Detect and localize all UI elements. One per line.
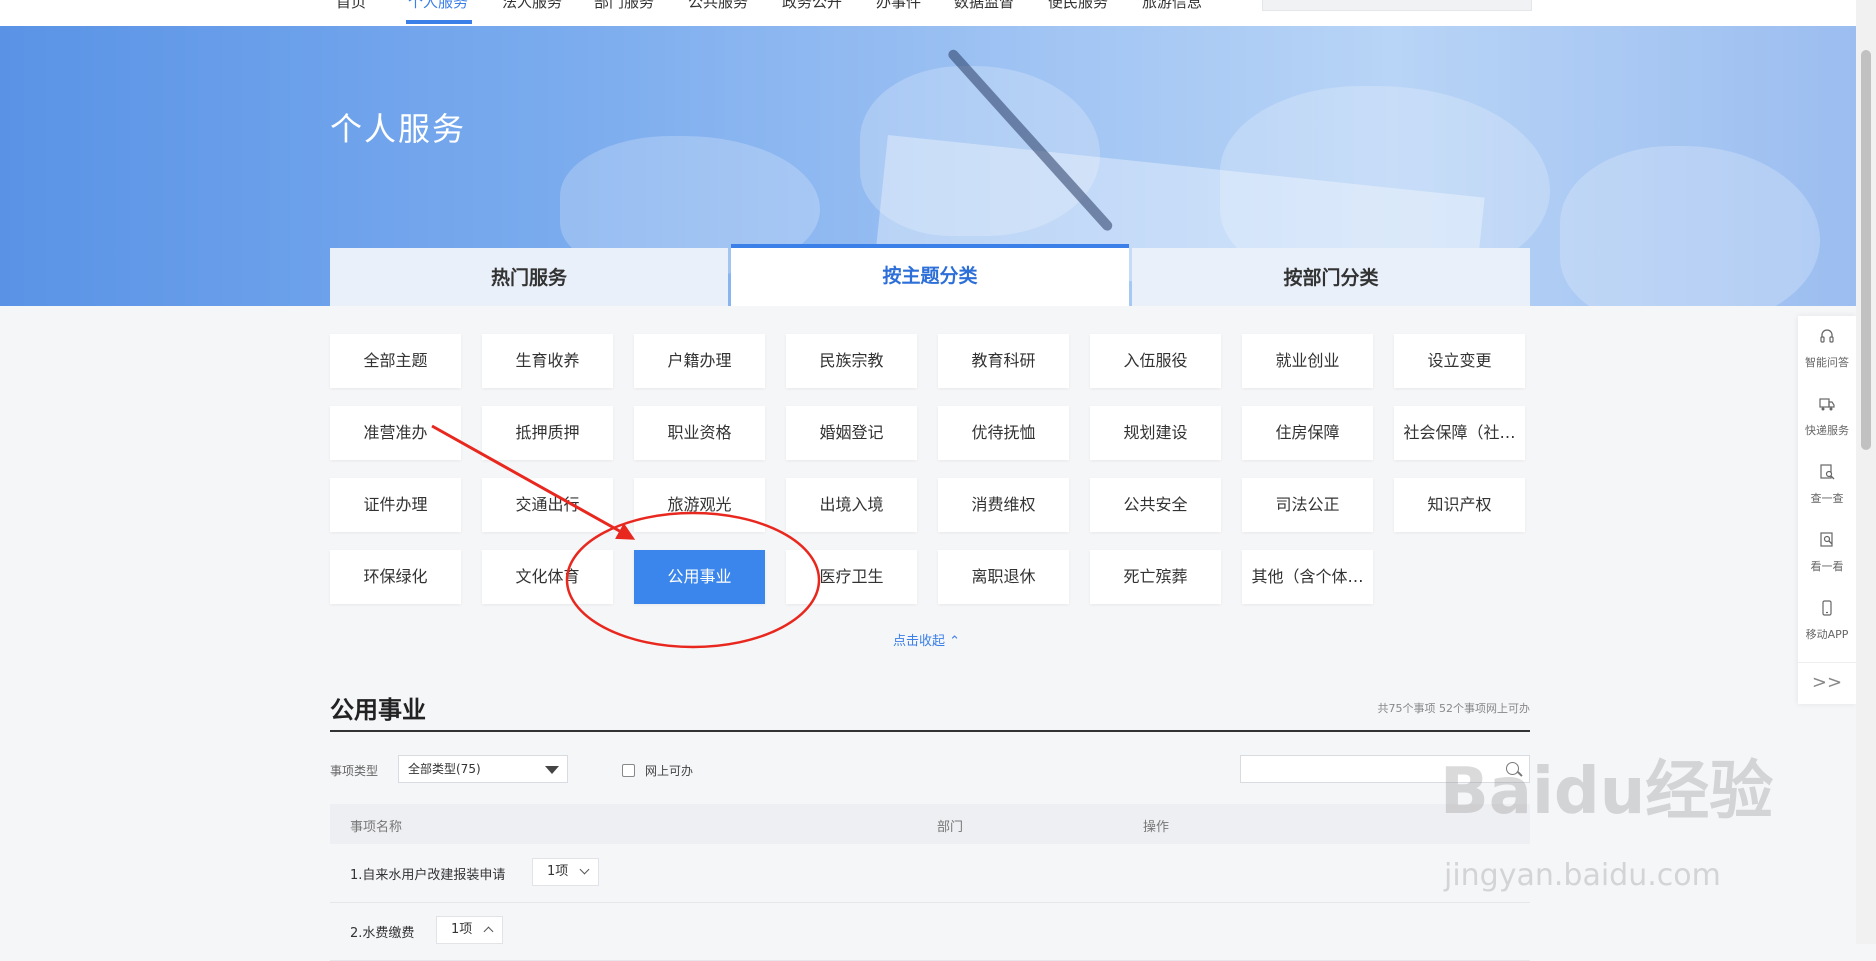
theme-button[interactable]: 就业创业 (1242, 334, 1373, 388)
theme-button[interactable]: 职业资格 (634, 406, 765, 460)
theme-button[interactable]: 离职退休 (938, 550, 1069, 604)
theme-button[interactable]: 婚姻登记 (786, 406, 917, 460)
side-btn-label: 快递服务 (1805, 424, 1849, 437)
theme-button[interactable]: 住房保障 (1242, 406, 1373, 460)
nav-item-home[interactable]: 首页 (336, 0, 366, 12)
theme-button[interactable]: 准营准办 (330, 406, 461, 460)
banner-hand-shape (1560, 146, 1820, 306)
section-count: 共75个事项 52个事项网上可办 (1377, 702, 1531, 715)
caret-down-icon (545, 766, 559, 774)
view-icon (1820, 532, 1833, 547)
chevron-up-icon (483, 926, 494, 937)
tab-by-theme[interactable]: 按主题分类 (731, 244, 1129, 306)
online-label: 网上可办 (645, 764, 694, 778)
theme-button[interactable]: 抵押质押 (482, 406, 613, 460)
nav-item-public[interactable]: 公共服务 (688, 0, 748, 12)
nav-item-personal[interactable]: 个人服务 (408, 0, 468, 12)
side-toolbar-expand[interactable]: >> (1798, 662, 1856, 705)
scrollbar-thumb[interactable] (1861, 50, 1871, 450)
truck-icon (1819, 398, 1835, 411)
nav-item-cases[interactable]: 办事件 (876, 0, 921, 12)
section-divider (330, 730, 1530, 732)
search-doc-icon (1820, 464, 1835, 480)
watermark-logo: Baidu经验 (1440, 755, 1774, 829)
side-btn-label: 查一查 (1810, 492, 1844, 505)
category-tabs: 热门服务 按主题分类 按部门分类 (330, 244, 1530, 306)
theme-button[interactable]: 全部主题 (330, 334, 461, 388)
theme-button[interactable]: 公用事业 (634, 550, 765, 604)
theme-button[interactable]: 设立变更 (1394, 334, 1525, 388)
type-select[interactable]: 全部类型(75) (398, 755, 568, 783)
row-count-label: 1项 (451, 922, 473, 937)
theme-button[interactable]: 规划建设 (1090, 406, 1221, 460)
theme-button[interactable]: 公共安全 (1090, 478, 1221, 532)
side-btn-qa[interactable]: 智能问答 (1798, 316, 1856, 384)
chevron-down-icon (579, 864, 590, 875)
theme-button[interactable]: 司法公正 (1242, 478, 1373, 532)
nav-item-dept[interactable]: 部门服务 (594, 0, 654, 12)
page-title: 个人服务 (330, 110, 467, 148)
section-title: 公用事业 (330, 696, 426, 724)
side-btn-express[interactable]: 快递服务 (1798, 384, 1856, 452)
type-filter-label: 事项类型 (330, 764, 379, 778)
watermark-url: jingyan.baidu.com (1444, 858, 1721, 893)
theme-button[interactable]: 死亡殡葬 (1090, 550, 1221, 604)
table-row: 2.水费缴费 1项 (330, 902, 1530, 961)
side-btn-lookup[interactable]: 查一查 (1798, 452, 1856, 520)
tab-hot-services[interactable]: 热门服务 (330, 248, 728, 306)
theme-button[interactable]: 教育科研 (938, 334, 1069, 388)
theme-button[interactable]: 社会保障（社… (1394, 406, 1525, 460)
row-name: 2.水费缴费 (350, 926, 415, 941)
nav-item-travel[interactable]: 旅游信息 (1142, 0, 1202, 12)
nav-item-legal[interactable]: 法人服务 (502, 0, 562, 12)
row-name: 1.自来水用户改建报装申请 (350, 868, 506, 883)
nav-item-open[interactable]: 政务公开 (782, 0, 842, 12)
nav-item-convenience[interactable]: 便民服务 (1048, 0, 1108, 12)
side-btn-label: 移动APP (1805, 628, 1849, 641)
table-header: 事项名称 部门 操作 (330, 804, 1530, 844)
column-header-action: 操作 (1143, 820, 1170, 835)
theme-button[interactable]: 证件办理 (330, 478, 461, 532)
row-count-toggle[interactable]: 1项 (532, 858, 600, 886)
side-btn-label: 看一看 (1810, 560, 1844, 573)
top-navigation: 首页 个人服务 法人服务 部门服务 公共服务 政务公开 办事件 数据监督 便民服… (0, 0, 1856, 26)
theme-button[interactable]: 出境入境 (786, 478, 917, 532)
type-select-value: 全部类型(75) (408, 762, 481, 776)
column-header-name: 事项名称 (350, 820, 403, 835)
page-scrollbar[interactable] (1856, 0, 1876, 944)
theme-button[interactable]: 医疗卫生 (786, 550, 917, 604)
theme-button[interactable]: 文化体育 (482, 550, 613, 604)
row-count-label: 1项 (547, 864, 569, 879)
theme-button[interactable]: 交通出行 (482, 478, 613, 532)
side-toolbar: 智能问答 快递服务 查一查 看一看 移动APP >> (1798, 316, 1856, 704)
theme-button[interactable]: 消费维权 (938, 478, 1069, 532)
theme-button[interactable]: 入伍服役 (1090, 334, 1221, 388)
nav-item-supervision[interactable]: 数据监督 (954, 0, 1014, 12)
top-search-input[interactable] (1262, 0, 1532, 11)
side-btn-app[interactable]: 移动APP (1798, 588, 1856, 656)
theme-button[interactable]: 环保绿化 (330, 550, 461, 604)
phone-icon (1822, 600, 1832, 616)
nav-active-underline (406, 20, 472, 24)
headset-icon (1820, 329, 1834, 343)
column-header-dept: 部门 (937, 820, 964, 835)
theme-button[interactable]: 民族宗教 (786, 334, 917, 388)
chevron-up-icon: ⌃ (949, 634, 961, 649)
theme-button[interactable]: 生育收养 (482, 334, 613, 388)
theme-button[interactable]: 其他（含个体… (1242, 550, 1373, 604)
table-row: 1.自来水用户改建报装申请 1项 (330, 844, 1530, 903)
row-count-toggle[interactable]: 1项 (436, 916, 504, 944)
theme-button[interactable]: 知识产权 (1394, 478, 1525, 532)
theme-button[interactable]: 户籍办理 (634, 334, 765, 388)
theme-button[interactable]: 旅游观光 (634, 478, 765, 532)
side-btn-view[interactable]: 看一看 (1798, 520, 1856, 588)
collapse-link[interactable]: 点击收起 ⌃ (893, 630, 960, 649)
collapse-label: 点击收起 (893, 634, 946, 649)
side-btn-label: 智能问答 (1805, 356, 1849, 369)
online-checkbox[interactable] (622, 764, 635, 777)
theme-button[interactable]: 优待抚恤 (938, 406, 1069, 460)
tab-by-department[interactable]: 按部门分类 (1132, 248, 1530, 306)
